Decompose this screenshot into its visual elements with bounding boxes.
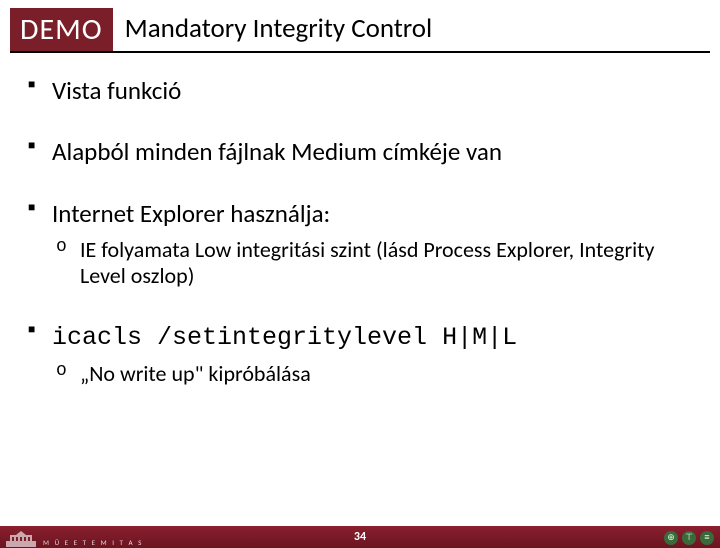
bullet-text: Alapból minden fájlnak Medium címkéje va… [52,136,502,167]
footer-badge-icon: ⊤ [682,531,696,545]
footer-badge-icon: ≡ [700,531,714,545]
demo-badge: DEMO [10,8,113,51]
sub-bullet-item: IE folyamata Low integritási szint (lásd… [52,237,692,290]
sub-bullet-list: „No write up" kipróbálása [52,361,692,387]
bullet-code-text: icacls /setintegritylevel H|M|L [52,323,517,352]
sub-bullet-list: IE folyamata Low integritási szint (lásd… [52,237,692,290]
sub-bullet-text: „No write up" kipróbálása [80,360,311,387]
bullet-item: Vista funkció [28,75,692,106]
page-number: 34 [354,530,366,544]
bullet-list: Vista funkció Alapból minden fájlnak Med… [28,75,692,387]
bullet-item: Internet Explorer használja: IE folyamat… [28,198,692,290]
slide-content: Vista funkció Alapból minden fájlnak Med… [0,53,720,387]
bullet-item: Alapból minden fájlnak Medium címkéje va… [28,136,692,167]
footer-badge-icon: ⊕ [664,531,678,545]
footer-right-icons: ⊕ ⊤ ≡ [664,531,714,545]
footer-left-text: M Ü E E T E M I T A S [43,538,143,547]
sub-bullet-text: IE folyamata Low integritási szint (lásd… [80,236,655,289]
slide-footer: M Ü E E T E M I T A S 34 ⊕ ⊤ ≡ [0,526,720,548]
slide-title: Mandatory Integrity Control [113,8,433,51]
slide-header: DEMO Mandatory Integrity Control [10,8,710,53]
slide: DEMO Mandatory Integrity Control Vista f… [0,8,720,548]
bullet-text: Vista funkció [52,75,181,106]
sub-bullet-item: „No write up" kipróbálása [52,361,692,387]
bullet-text: Internet Explorer használja: [52,198,330,229]
building-icon [6,531,36,547]
bullet-item: icacls /setintegritylevel H|M|L „No writ… [28,320,692,388]
footer-left-logo: M Ü E E T E M I T A S [6,531,143,547]
